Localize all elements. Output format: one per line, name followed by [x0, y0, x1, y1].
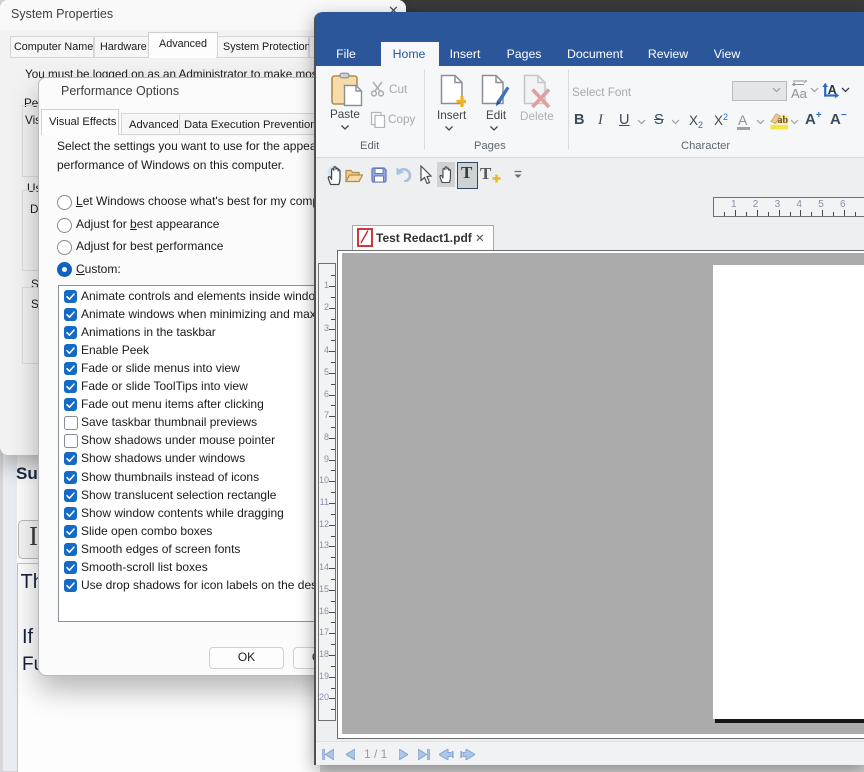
- svg-text:ab: ab: [778, 115, 789, 126]
- svg-text:A: A: [828, 83, 837, 97]
